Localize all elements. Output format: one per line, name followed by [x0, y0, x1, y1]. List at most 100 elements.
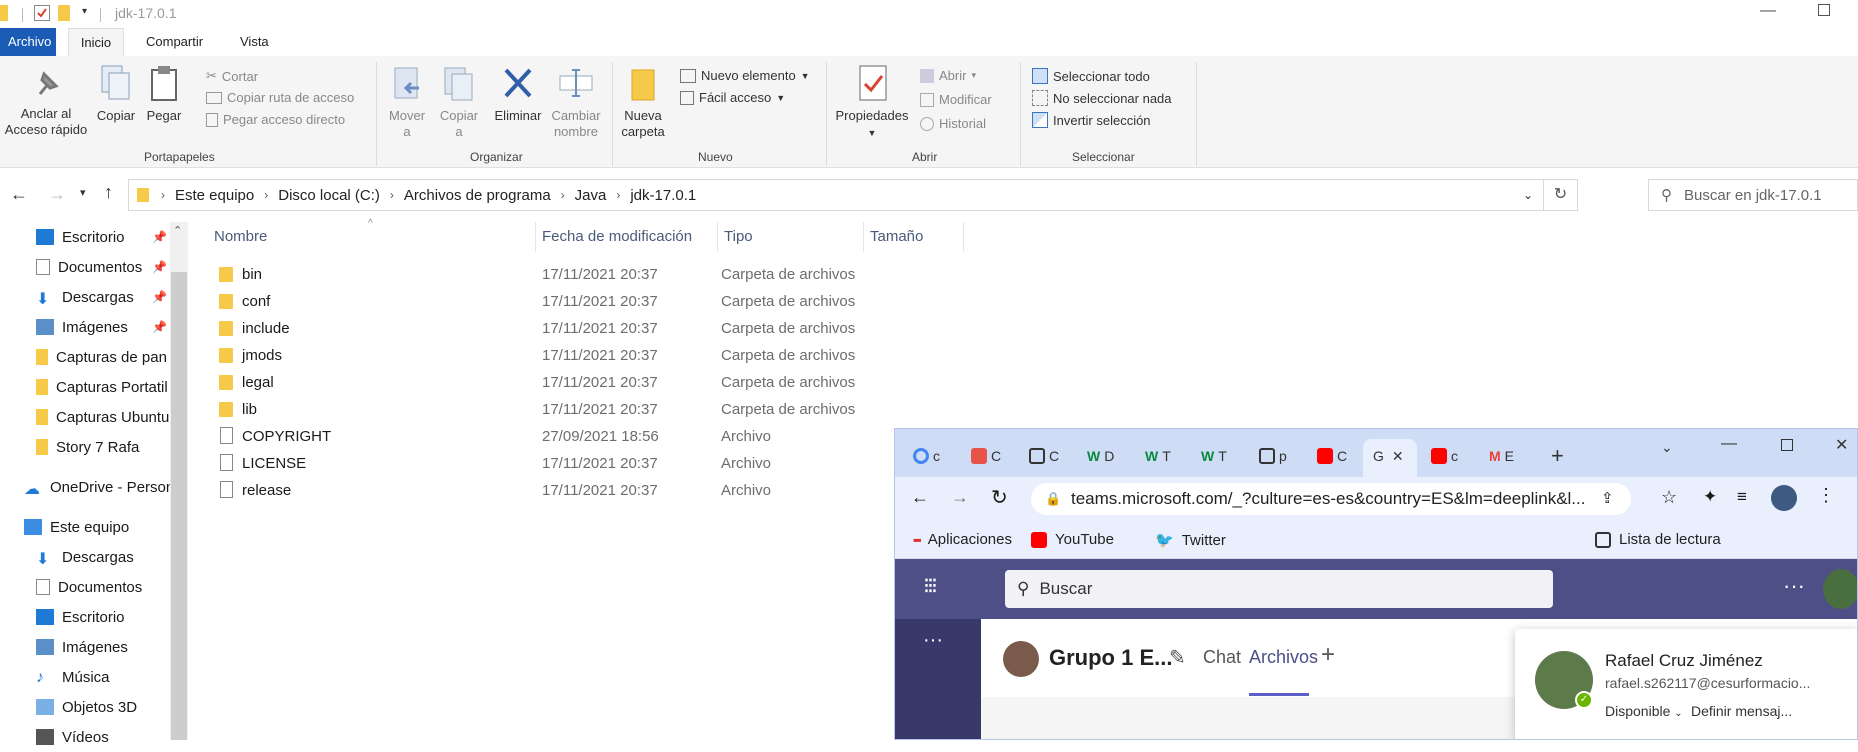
breadcrumb-jdk[interactable]: jdk-17.0.1: [624, 187, 702, 204]
nav-item-descargas[interactable]: ⬇ Descargas 📌: [36, 282, 167, 312]
nav-item-capturas-pan[interactable]: Capturas de pan: [36, 342, 167, 372]
back-icon[interactable]: ←: [911, 487, 929, 508]
set-status-message-button[interactable]: Definir mensaj...: [1691, 703, 1792, 719]
search-box[interactable]: ⚲ Buscar en jdk-17.0.1: [1648, 179, 1858, 211]
chrome-tab-3[interactable]: C: [1029, 443, 1069, 469]
nav-scrollbar-thumb[interactable]: [171, 272, 187, 740]
new-item-button[interactable]: Nuevo elemento ▼: [680, 68, 810, 83]
restore-button[interactable]: [1818, 4, 1830, 16]
close-window-button[interactable]: ✕: [1835, 435, 1848, 455]
nav-item-onedrive[interactable]: ☁ OneDrive - Person: [24, 472, 174, 502]
properties-icon[interactable]: [34, 5, 50, 21]
paste-button[interactable]: Pegar: [142, 64, 186, 124]
nav-item-este-equipo[interactable]: Este equipo: [24, 512, 129, 542]
chrome-tab-10[interactable]: c: [1431, 443, 1471, 469]
refresh-icon[interactable]: ↻: [1543, 180, 1577, 210]
column-header-size[interactable]: Tamaño: [864, 222, 964, 252]
new-folder-button[interactable]: Nueva carpeta: [618, 64, 668, 140]
nav-item-escritorio[interactable]: Escritorio 📌: [36, 222, 167, 252]
tab-search-icon[interactable]: ⌄: [1661, 439, 1673, 456]
history-button[interactable]: Historial: [920, 116, 986, 131]
breadcrumb-disco-local[interactable]: Disco local (C:): [272, 187, 386, 204]
column-header-name[interactable]: Nombre: [208, 222, 536, 252]
new-tab-button[interactable]: +: [1551, 443, 1591, 469]
user-avatar[interactable]: [1823, 569, 1857, 609]
file-row-jmods[interactable]: jmods 17/11/2021 20:37 Carpeta de archivos: [215, 342, 975, 369]
chrome-tab-7[interactable]: p: [1259, 443, 1299, 469]
teams-search-box[interactable]: ⚲ Buscar: [1005, 570, 1553, 608]
file-row-copyright[interactable]: COPYRIGHT 27/09/2021 18:56 Archivo: [215, 423, 975, 450]
nav-item-documentos[interactable]: Documentos 📌: [36, 252, 167, 282]
file-row-bin[interactable]: bin 17/11/2021 20:37 Carpeta de archivos: [215, 261, 975, 288]
move-to-button[interactable]: Mover a: [382, 64, 432, 140]
address-dropdown-icon[interactable]: ⌄: [1523, 188, 1533, 202]
tab-chat[interactable]: Chat: [1203, 647, 1241, 668]
forward-icon[interactable]: →: [48, 184, 66, 205]
copy-path-button[interactable]: Copiar ruta de acceso: [206, 90, 354, 105]
chrome-tab-5[interactable]: WT: [1145, 443, 1185, 469]
file-row-release[interactable]: release 17/11/2021 20:37 Archivo: [215, 477, 975, 504]
scroll-up-icon[interactable]: ⌃: [173, 224, 182, 237]
new-folder-icon[interactable]: [58, 5, 70, 21]
select-all-button[interactable]: Seleccionar todo: [1032, 68, 1150, 84]
tab-compartir[interactable]: Compartir: [138, 28, 211, 56]
file-row-conf[interactable]: conf 17/11/2021 20:37 Carpeta de archivos: [215, 288, 975, 315]
nav-item-pc-escritorio[interactable]: Escritorio: [36, 602, 125, 632]
column-header-type[interactable]: Tipo: [718, 222, 864, 252]
bookmark-twitter[interactable]: 🐦 Twitter: [1155, 531, 1226, 550]
chrome-tab-11[interactable]: ME: [1489, 443, 1529, 469]
menu-kebab-icon[interactable]: ⋮: [1817, 485, 1835, 506]
nav-item-pc-objetos[interactable]: Objetos 3D: [36, 692, 137, 722]
file-row-license[interactable]: LICENSE 17/11/2021 20:37 Archivo: [215, 450, 975, 477]
chrome-tab-active[interactable]: G ✕: [1373, 443, 1413, 469]
pin-quick-access-button[interactable]: Anclar al Acceso rápido: [0, 66, 92, 138]
reload-icon[interactable]: ↻: [991, 485, 1008, 510]
delete-button[interactable]: Eliminar: [490, 64, 546, 124]
chrome-tab-6[interactable]: WT: [1201, 443, 1241, 469]
nav-item-story[interactable]: Story 7 Rafa: [36, 432, 139, 462]
bookmark-star-icon[interactable]: ☆: [1661, 487, 1677, 508]
copy-to-button[interactable]: Copiar a: [434, 64, 484, 140]
back-icon[interactable]: ←: [10, 184, 28, 205]
invert-selection-button[interactable]: Invertir selección: [1032, 112, 1151, 128]
column-header-modified[interactable]: Fecha de modificación: [536, 222, 718, 252]
chrome-tab-4[interactable]: WD: [1087, 443, 1127, 469]
chrome-tab-1[interactable]: c: [913, 443, 953, 469]
file-row-legal[interactable]: legal 17/11/2021 20:37 Carpeta de archivos: [215, 369, 975, 396]
nav-item-capturas-portatil[interactable]: Capturas Portatil: [36, 372, 168, 402]
cut-button[interactable]: ✂ Cortar: [206, 68, 258, 84]
bookmark-apps[interactable]: ▪▪▪ Aplicaciones: [913, 531, 1012, 548]
up-icon[interactable]: ↑: [104, 182, 113, 203]
media-control-icon[interactable]: ≡: [1737, 487, 1747, 507]
breadcrumb-archivos-programa[interactable]: Archivos de programa: [398, 187, 557, 204]
search-input[interactable]: Buscar en jdk-17.0.1: [1684, 187, 1822, 204]
reading-list-button[interactable]: Lista de lectura: [1595, 531, 1721, 548]
share-icon[interactable]: ⇪: [1601, 489, 1614, 507]
file-row-include[interactable]: include 17/11/2021 20:37 Carpeta de archiv…: [215, 315, 975, 342]
app-launcher-icon[interactable]: ⁝⁝⁝: [923, 573, 938, 599]
nav-item-pc-descargas[interactable]: ⬇ Descargas: [36, 542, 134, 572]
bookmark-youtube[interactable]: YouTube: [1031, 531, 1114, 548]
properties-button[interactable]: Propiedades ▼: [830, 64, 914, 141]
chrome-tab-2[interactable]: C: [971, 443, 1011, 469]
extensions-icon[interactable]: ✦: [1703, 487, 1717, 507]
nav-item-pc-imagenes[interactable]: Imágenes: [36, 632, 128, 662]
forward-icon[interactable]: →: [951, 487, 969, 508]
file-row-lib[interactable]: lib 17/11/2021 20:37 Carpeta de archivos: [215, 396, 975, 423]
minimize-button[interactable]: —: [1721, 435, 1737, 453]
nav-item-pc-documentos[interactable]: Documentos: [36, 572, 142, 602]
tab-vista[interactable]: Vista: [232, 28, 277, 56]
breadcrumb-java[interactable]: Java: [569, 187, 613, 204]
edit-button[interactable]: Modificar: [920, 92, 992, 107]
recent-locations-icon[interactable]: ▾: [80, 186, 86, 199]
easy-access-button[interactable]: Fácil acceso ▼: [680, 90, 785, 105]
more-options-icon[interactable]: ···: [1783, 573, 1805, 599]
maximize-button[interactable]: [1781, 439, 1793, 451]
chrome-tab-8[interactable]: C: [1317, 443, 1357, 469]
customize-toolbar-icon[interactable]: ▾: [82, 6, 87, 17]
tab-archivo[interactable]: Archivo: [0, 28, 56, 56]
omnibox[interactable]: 🔒 teams.microsoft.com/_?culture=es-es&co…: [1031, 483, 1631, 515]
nav-item-imagenes[interactable]: Imágenes 📌: [36, 312, 167, 342]
minimize-button[interactable]: —: [1760, 2, 1776, 20]
select-none-button[interactable]: No seleccionar nada: [1032, 90, 1172, 106]
